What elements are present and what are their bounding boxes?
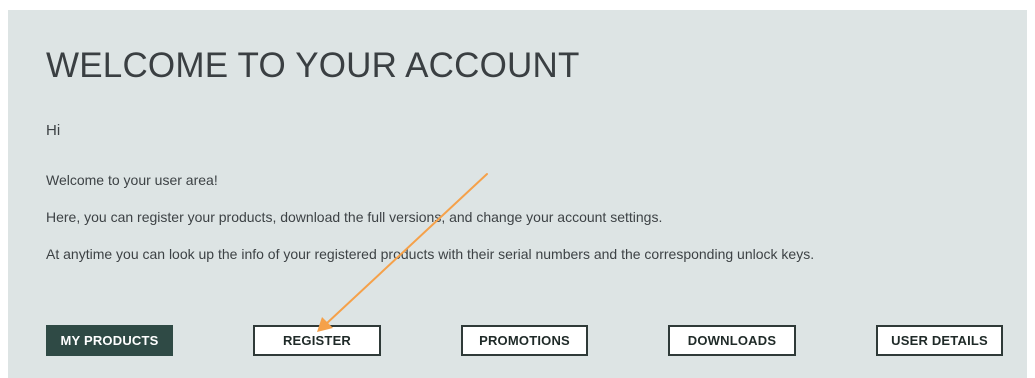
register-button[interactable]: REGISTER [253,325,381,356]
account-panel: WELCOME TO YOUR ACCOUNT Hi Welcome to yo… [8,10,1027,378]
downloads-button[interactable]: DOWNLOADS [668,325,796,356]
info-paragraph: At anytime you can look up the info of y… [46,246,815,262]
greeting-text: Hi [46,122,61,139]
welcome-paragraph: Welcome to your user area! [46,172,218,188]
page-title: WELCOME TO YOUR ACCOUNT [46,46,580,85]
features-paragraph: Here, you can register your products, do… [46,209,663,225]
user-details-button[interactable]: USER DETAILS [876,325,1003,356]
promotions-button[interactable]: PROMOTIONS [461,325,588,356]
my-products-button[interactable]: MY PRODUCTS [46,325,173,356]
